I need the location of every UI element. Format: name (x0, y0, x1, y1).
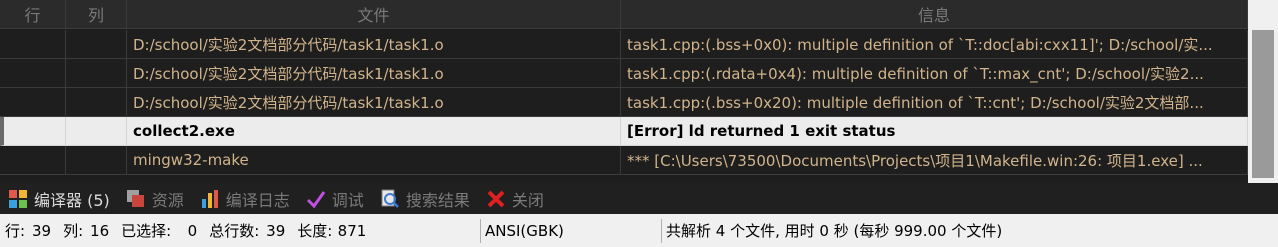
table-row[interactable]: mingw32-make *** [C:\Users\73500\Documen… (0, 146, 1248, 175)
file-cell: D:/school/实验2文档部分代码/task1/task1.o (127, 88, 621, 117)
parse-message-text: 共解析 4 个文件, 用时 0 秒 (每秒 999.00 个文件) (666, 222, 1003, 240)
table-row[interactable]: D:/school/实验2文档部分代码/task1/task1.o task1.… (0, 88, 1248, 117)
row-cell (0, 117, 66, 146)
total-lines-label: 总行数: (209, 222, 260, 240)
col-cell (66, 59, 127, 88)
table-row[interactable]: D:/school/实验2文档部分代码/task1/task1.o task1.… (0, 30, 1248, 59)
row-cell (0, 88, 66, 117)
info-cell: task1.cpp:(.rdata+0x4): multiple definit… (621, 59, 1248, 88)
tab-label: 资源 (151, 190, 184, 210)
encoding-indicator[interactable]: ANSI(GBK) (481, 214, 661, 247)
vertical-scrollbar[interactable] (1248, 0, 1278, 183)
tab-label: 编译器 (5) (34, 190, 110, 210)
file-cell: mingw32-make (127, 146, 621, 175)
column-header-row[interactable]: 行 (0, 0, 66, 29)
col-cell (66, 146, 127, 175)
col-label: 列: (63, 222, 84, 240)
parse-message: 共解析 4 个文件, 用时 0 秒 (每秒 999.00 个文件) (662, 214, 1002, 247)
file-cell: collect2.exe (127, 117, 621, 146)
length-value: 871 (337, 221, 367, 240)
bottom-panel-tabs: 编译器 (5) 资源 编译日志 调试 搜索结果 关闭 (0, 183, 1278, 214)
tab-close[interactable]: 关闭 (486, 187, 544, 211)
column-header-info[interactable]: 信息 (621, 0, 1248, 29)
file-cell: D:/school/实验2文档部分代码/task1/task1.o (127, 30, 621, 59)
resources-icon (126, 189, 144, 207)
search-icon (381, 189, 399, 208)
file-cell: D:/school/实验2文档部分代码/task1/task1.o (127, 59, 621, 88)
column-header-file[interactable]: 文件 (127, 0, 621, 29)
scrollbar-thumb[interactable] (1252, 30, 1274, 178)
tab-label: 编译日志 (225, 190, 290, 210)
compiler-grid-icon (9, 189, 27, 208)
col-cell (66, 117, 127, 146)
checkmark-icon (306, 190, 326, 208)
tab-compile-log[interactable]: 编译日志 (200, 187, 290, 211)
table-row-selected[interactable]: collect2.exe [Error] ld returned 1 exit … (0, 117, 1248, 146)
info-cell: *** [C:\Users\73500\Documents\Projects\项… (621, 146, 1248, 175)
row-cell (0, 30, 66, 59)
info-cell: [Error] ld returned 1 exit status (621, 117, 1248, 146)
info-cell: task1.cpp:(.bss+0x0): multiple definitio… (621, 30, 1248, 59)
tab-resources[interactable]: 资源 (126, 187, 184, 211)
col-cell (66, 30, 127, 59)
length-label: 长度: (297, 222, 333, 240)
column-header-col[interactable]: 列 (66, 0, 127, 29)
total-lines-value: 39 (266, 221, 286, 240)
table-row[interactable]: D:/school/实验2文档部分代码/task1/task1.o task1.… (0, 59, 1248, 88)
tab-search-results[interactable]: 搜索结果 (380, 187, 470, 211)
tab-label: 关闭 (511, 190, 544, 210)
cursor-info: 行: 39 列: 16 已选择: 0 总行数: 39 长度: 871 (0, 214, 480, 247)
selected-value: 0 (187, 221, 198, 240)
status-bar: 行: 39 列: 16 已选择: 0 总行数: 39 长度: 871 ANSI(… (0, 214, 1278, 247)
row-cell (0, 146, 66, 175)
col-value: 16 (90, 221, 110, 240)
close-x-icon (487, 190, 505, 207)
encoding-label: ANSI(GBK) (485, 221, 564, 240)
line-label: 行: (5, 222, 26, 240)
tab-label: 调试 (331, 190, 364, 210)
compiler-output-table: 行 列 文件 信息 D:/school/实验2文档部分代码/task1/task… (0, 0, 1248, 183)
info-cell: task1.cpp:(.bss+0x20): multiple definiti… (621, 88, 1248, 117)
bar-chart-icon (201, 189, 218, 208)
selected-label: 已选择: (121, 222, 172, 240)
tab-compiler[interactable]: 编译器 (5) (8, 187, 110, 211)
tab-label: 搜索结果 (405, 190, 470, 210)
row-cell (0, 59, 66, 88)
tab-debug[interactable]: 调试 (306, 187, 364, 211)
line-value: 39 (31, 221, 52, 240)
col-cell (66, 88, 127, 117)
